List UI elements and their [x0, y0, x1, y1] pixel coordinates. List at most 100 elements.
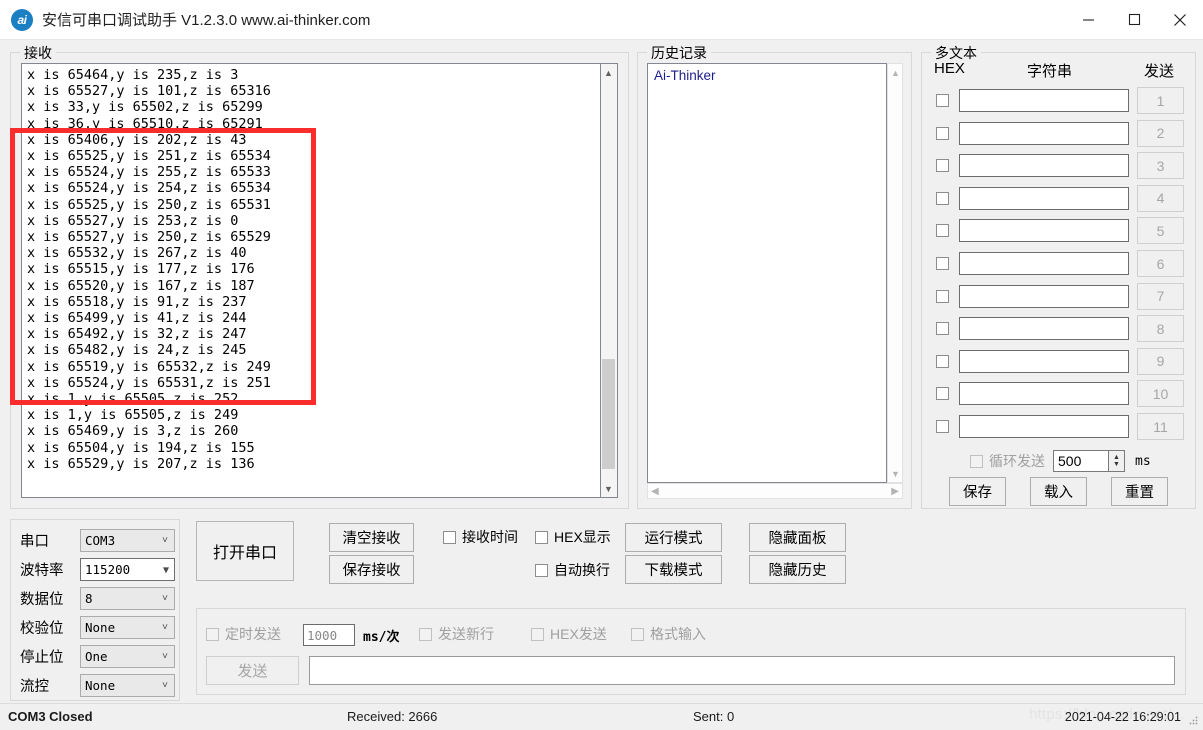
multitext-hex-checkbox[interactable] — [936, 322, 949, 336]
multitext-hex-checkbox[interactable] — [936, 420, 949, 433]
auto-wrap-checkbox-group[interactable]: 自动换行 — [535, 560, 610, 580]
send-newline-checkbox-group[interactable]: 发送新行 — [419, 624, 494, 644]
multitext-string-input[interactable] — [959, 349, 1129, 373]
receive-time-checkbox-group[interactable]: 接收时间 — [443, 527, 518, 547]
save-receive-button[interactable]: 保存接收 — [329, 555, 414, 584]
chevron-down-icon[interactable]: ˅ — [162, 588, 168, 611]
hex-send-checkbox[interactable] — [531, 627, 544, 641]
multitext-string-input[interactable] — [959, 415, 1129, 438]
serial-setting-combo[interactable]: None ˅ — [80, 673, 175, 698]
multitext-hex-checkbox[interactable] — [936, 224, 949, 238]
multitext-send-button[interactable]: 10 — [1137, 380, 1184, 408]
history-list[interactable]: Ai-Thinker — [647, 63, 887, 483]
scrollbar-thumb[interactable] — [602, 359, 615, 469]
chevron-down-icon[interactable]: ˅ — [162, 530, 168, 553]
multitext-string-input[interactable] — [959, 284, 1129, 308]
loop-interval-stepper[interactable]: ▲ ▼ — [1109, 450, 1125, 472]
loop-send-checkbox[interactable] — [970, 454, 983, 468]
multitext-hex-checkbox[interactable] — [936, 94, 949, 107]
send-newline-checkbox[interactable] — [419, 627, 432, 641]
multitext-send-button[interactable]: 5 — [1137, 217, 1184, 245]
history-horizontal-scrollbar[interactable]: ◀ ▶ — [647, 483, 903, 499]
chevron-down-icon[interactable]: ˅ — [162, 675, 168, 698]
multitext-send-button[interactable]: 7 — [1137, 282, 1184, 310]
serial-setting-combo[interactable]: One ˅ — [80, 644, 175, 669]
multitext-send-button[interactable]: 8 — [1137, 315, 1184, 343]
list-item[interactable]: Ai-Thinker — [648, 64, 886, 87]
hex-send-checkbox-group[interactable]: HEX发送 — [531, 624, 607, 644]
scroll-left-icon[interactable]: ◀ — [651, 486, 659, 497]
load-button[interactable]: 载入 — [1030, 477, 1087, 506]
receive-textarea[interactable]: x is 65464,y is 235,z is 3 x is 65527,y … — [21, 63, 601, 498]
send-input[interactable] — [309, 656, 1175, 685]
maximize-icon[interactable] — [1111, 0, 1157, 39]
hex-display-checkbox-group[interactable]: HEX显示 — [535, 527, 611, 547]
multitext-send-button[interactable]: 4 — [1137, 184, 1184, 212]
run-mode-button[interactable]: 运行模式 — [625, 523, 722, 552]
multitext-hex-checkbox[interactable] — [936, 126, 949, 140]
multitext-hex-checkbox[interactable] — [936, 354, 949, 368]
timed-send-checkbox-group[interactable]: 定时发送 — [206, 624, 281, 644]
multitext-string-input[interactable] — [959, 219, 1129, 243]
multitext-hex-checkbox[interactable] — [936, 191, 949, 205]
serial-setting-label: 停止位 — [20, 649, 64, 666]
multitext-string-input[interactable] — [959, 154, 1129, 178]
multitext-string-input[interactable] — [959, 186, 1129, 210]
multitext-row: 4 — [922, 184, 1195, 213]
serial-setting-label: 数据位 — [20, 591, 64, 608]
multitext-send-button[interactable]: 9 — [1137, 347, 1184, 375]
multitext-send-button[interactable]: 2 — [1137, 119, 1184, 147]
multitext-hex-checkbox[interactable] — [936, 289, 949, 303]
multitext-hex-checkbox[interactable] — [936, 159, 949, 173]
serial-setting-combo[interactable]: COM3 ˅ — [80, 528, 175, 553]
save-button[interactable]: 保存 — [949, 477, 1006, 506]
multitext-header: HEX 字符串 发送 — [922, 60, 1195, 82]
history-vertical-scrollbar[interactable]: ▲ ▼ — [887, 63, 903, 483]
loop-interval-input[interactable]: 500 — [1053, 450, 1109, 472]
scroll-up-icon[interactable]: ▲ — [601, 64, 616, 81]
close-icon[interactable] — [1157, 0, 1203, 39]
hide-panel-button[interactable]: 隐藏面板 — [749, 523, 846, 552]
auto-wrap-checkbox[interactable] — [535, 563, 548, 577]
format-input-checkbox-group[interactable]: 格式输入 — [631, 624, 706, 644]
multitext-send-button[interactable]: 3 — [1137, 152, 1184, 180]
clear-receive-button[interactable]: 清空接收 — [329, 523, 414, 552]
minimize-icon[interactable] — [1065, 0, 1111, 39]
hex-display-checkbox[interactable] — [535, 530, 548, 544]
multitext-hex-checkbox[interactable] — [936, 387, 949, 401]
multitext-row: 7 — [922, 282, 1195, 311]
scroll-down-icon[interactable]: ▼ — [601, 480, 616, 497]
scroll-up-icon[interactable]: ▲ — [888, 64, 903, 81]
multitext-send-button[interactable]: 1 — [1137, 87, 1184, 114]
resize-grip-icon[interactable] — [1188, 715, 1199, 726]
column-header-send: 发送 — [1144, 63, 1175, 80]
serial-setting-combo[interactable]: 115200 ▼ — [80, 557, 175, 582]
multitext-string-input[interactable] — [959, 317, 1129, 341]
chevron-down-icon[interactable]: ˅ — [162, 646, 168, 669]
multitext-string-input[interactable] — [959, 89, 1129, 112]
hide-history-button[interactable]: 隐藏历史 — [749, 555, 846, 584]
multitext-string-input[interactable] — [959, 382, 1129, 406]
multitext-string-input[interactable] — [959, 252, 1129, 275]
scroll-down-icon[interactable]: ▼ — [888, 465, 903, 482]
multitext-string-input[interactable] — [959, 121, 1129, 145]
open-serial-port-button[interactable]: 打开串口 — [196, 521, 294, 581]
serial-setting-combo[interactable]: None ˅ — [80, 615, 175, 640]
receive-time-checkbox[interactable] — [443, 530, 456, 544]
chevron-down-icon[interactable]: ˅ — [162, 617, 168, 640]
multitext-hex-checkbox[interactable] — [936, 257, 949, 270]
multitext-send-button[interactable]: 11 — [1137, 413, 1184, 440]
loop-unit-label: ms — [1135, 453, 1151, 469]
multitext-send-button[interactable]: 6 — [1137, 250, 1184, 277]
scroll-right-icon[interactable]: ▶ — [891, 486, 899, 497]
loop-send-row: 循环发送 500 ▲ ▼ ms — [922, 448, 1195, 474]
chevron-down-icon[interactable]: ▼ — [163, 559, 169, 582]
reset-button[interactable]: 重置 — [1111, 477, 1168, 506]
format-input-checkbox[interactable] — [631, 627, 644, 641]
timed-interval-input[interactable]: 1000 — [303, 624, 355, 646]
serial-setting-combo[interactable]: 8 ˅ — [80, 586, 175, 611]
send-button[interactable]: 发送 — [206, 656, 299, 685]
receive-scrollbar[interactable]: ▲ ▼ — [601, 63, 618, 498]
download-mode-button[interactable]: 下载模式 — [625, 555, 722, 584]
timed-send-checkbox[interactable] — [206, 627, 219, 641]
